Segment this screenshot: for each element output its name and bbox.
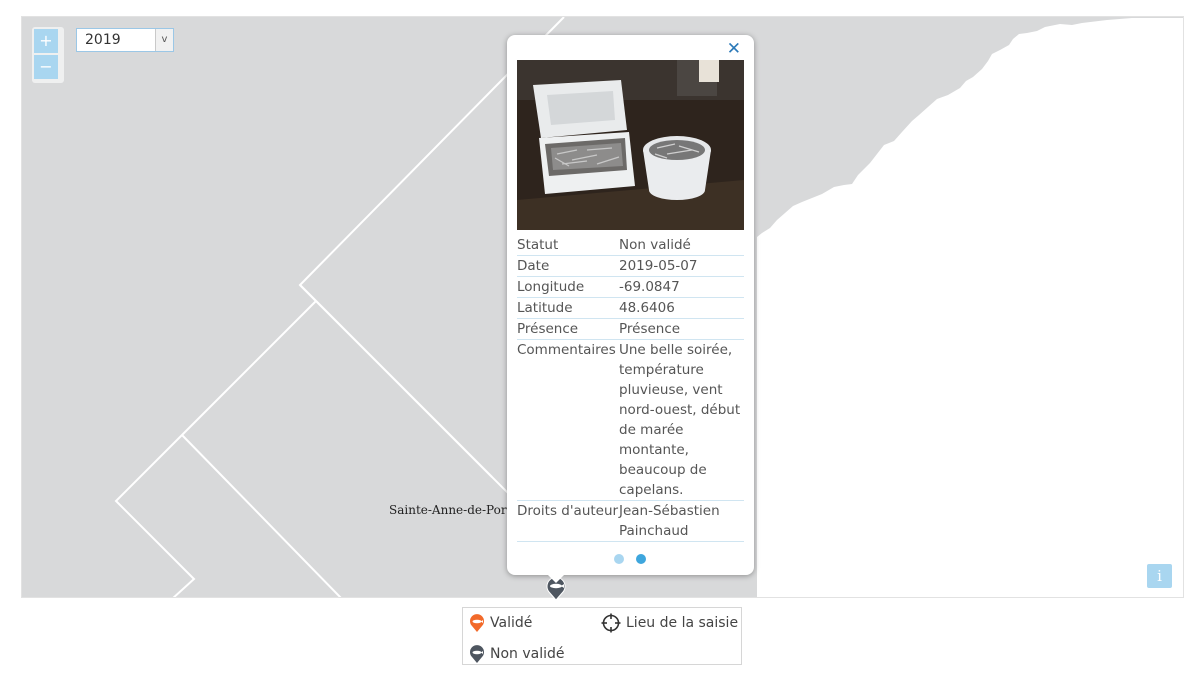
- detail-key: Date: [517, 255, 619, 277]
- detail-value: Une belle soirée, température pluvieuse,…: [619, 339, 744, 501]
- observation-details: Statut Non validé Date 2019-05-07 Longit…: [517, 235, 744, 542]
- detail-key: Statut: [517, 235, 619, 256]
- zoom-control: + −: [32, 27, 64, 83]
- info-button[interactable]: i: [1147, 564, 1172, 588]
- map-legend: Validé Lieu de la saisie Non validé: [462, 607, 742, 665]
- detail-value: Non validé: [619, 235, 744, 256]
- table-row: Latitude 48.6406: [517, 297, 744, 319]
- observation-popup: ✕ Statut Non validé Date 2019-05-07 Long…: [507, 35, 754, 583]
- detail-value: Jean-Sébastien Painchaud: [619, 500, 744, 542]
- zoom-out-button[interactable]: −: [34, 55, 58, 79]
- table-row: Droits d'auteur Jean-Sébastien Painchaud: [517, 500, 744, 542]
- detail-value: Présence: [619, 318, 744, 340]
- detail-key: Latitude: [517, 297, 619, 319]
- detail-key: Droits d'auteur: [517, 500, 619, 542]
- pager-dot-2[interactable]: [636, 554, 646, 564]
- table-row: Statut Non validé: [517, 235, 744, 256]
- close-icon[interactable]: ✕: [727, 39, 741, 59]
- legend-item-non-valide: Non validé: [469, 644, 565, 664]
- detail-value: 48.6406: [619, 297, 744, 319]
- chevron-down-icon[interactable]: v: [155, 29, 173, 51]
- photo-pager: [614, 549, 658, 568]
- non-valide-marker-icon: [470, 645, 484, 663]
- table-row: Commentaires Une belle soirée, températu…: [517, 339, 744, 501]
- detail-key: Longitude: [517, 276, 619, 298]
- legend-item-valide: Validé: [469, 613, 532, 633]
- observation-photo[interactable]: [517, 60, 744, 230]
- valide-marker-icon: [470, 614, 484, 632]
- detail-key: Présence: [517, 318, 619, 340]
- pager-dot-1[interactable]: [614, 554, 624, 564]
- legend-label: Non validé: [490, 646, 565, 662]
- table-row: Présence Présence: [517, 318, 744, 340]
- place-label: Sainte-Anne-de-Por: [389, 503, 507, 517]
- detail-value: 2019-05-07: [619, 255, 744, 277]
- popup-tip: [547, 574, 565, 583]
- table-row: Date 2019-05-07: [517, 255, 744, 277]
- legend-label: Lieu de la saisie: [626, 615, 739, 631]
- table-row: Longitude -69.0847: [517, 276, 744, 298]
- crosshair-icon: [601, 613, 621, 633]
- year-select[interactable]: 2019 v: [76, 28, 174, 52]
- zoom-in-button[interactable]: +: [34, 29, 58, 53]
- detail-value: -69.0847: [619, 276, 744, 298]
- legend-item-lieu: Lieu de la saisie: [601, 613, 738, 633]
- detail-key: Commentaires: [517, 339, 619, 501]
- year-select-value: 2019: [85, 32, 121, 48]
- legend-label: Validé: [490, 615, 533, 631]
